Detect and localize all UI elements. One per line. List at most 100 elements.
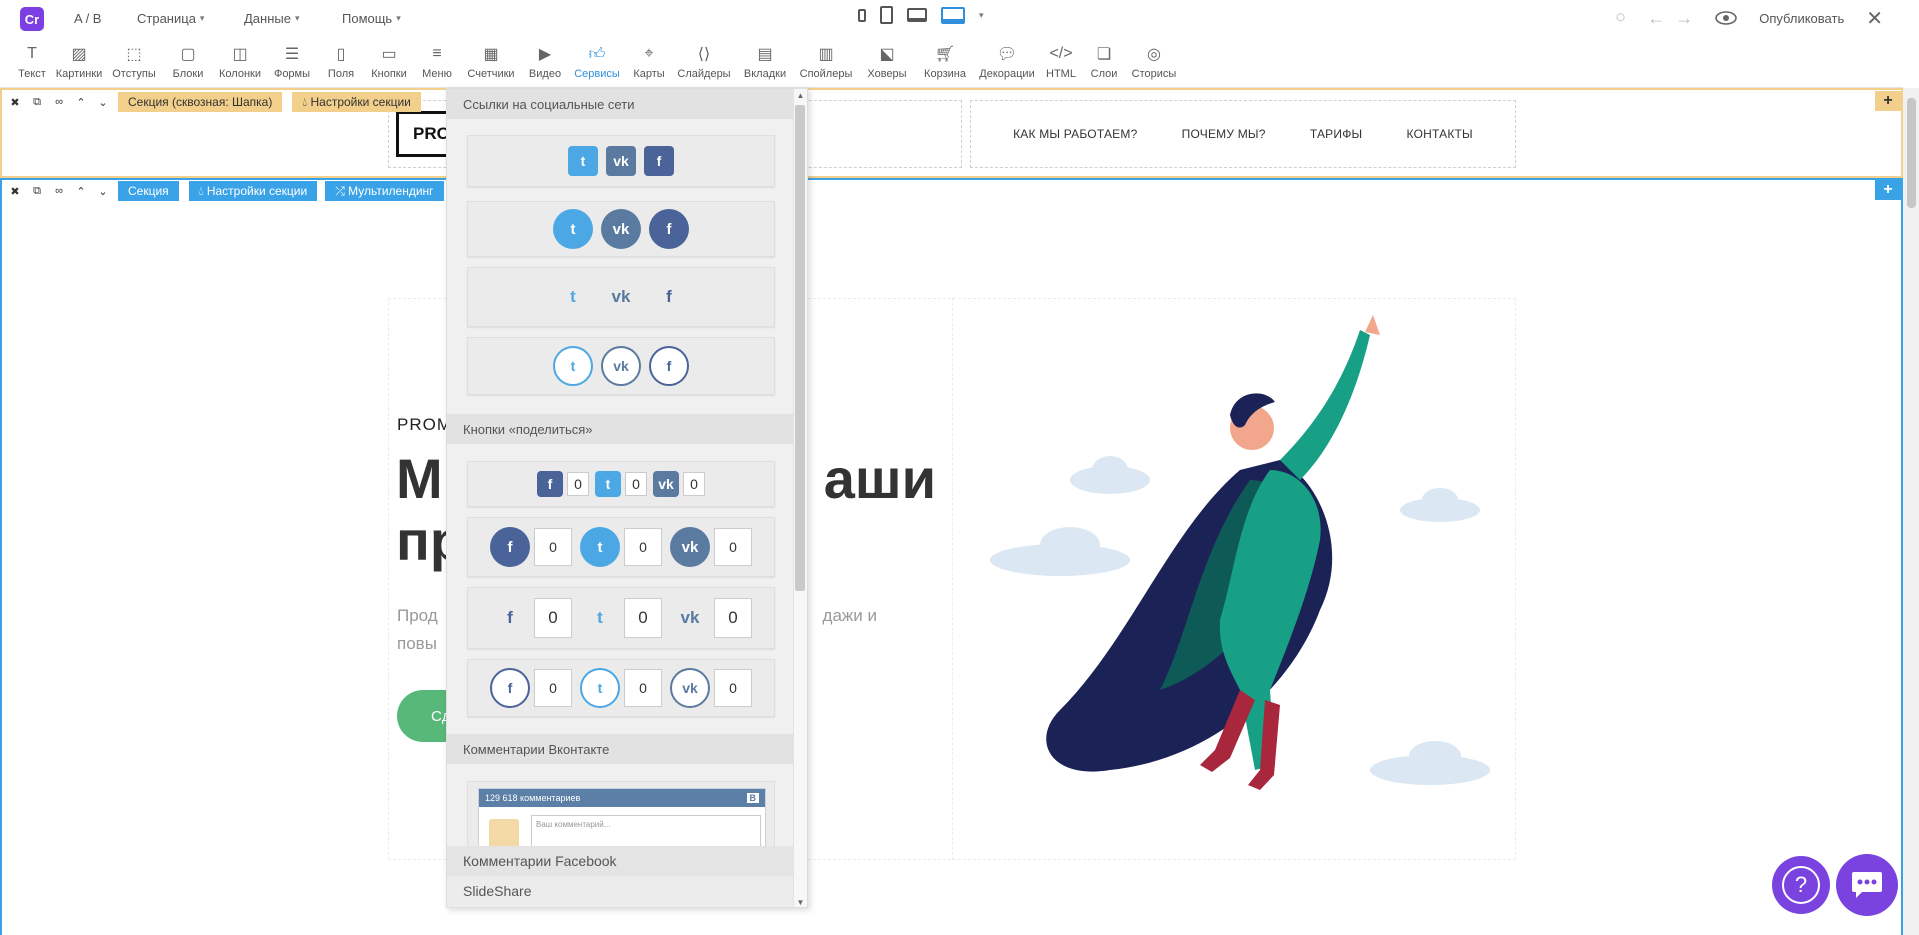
- tool-stories[interactable]: ◎ Сторисы: [1126, 36, 1182, 87]
- hero-eyebrow[interactable]: PROM: [397, 415, 452, 435]
- move-down-icon[interactable]: ⌄: [96, 185, 110, 198]
- menu-help[interactable]: Помощь ▾: [342, 0, 401, 36]
- chevron-down-icon[interactable]: ▾: [979, 10, 984, 21]
- stories-icon: ◎: [1147, 46, 1161, 63]
- tool-forms[interactable]: ☰ Формы: [266, 36, 318, 87]
- social-links-circle-variant[interactable]: t vk f: [467, 201, 775, 257]
- vk-icon: vk: [680, 608, 700, 627]
- nav-why-us[interactable]: ПОЧЕМУ МЫ?: [1182, 127, 1266, 141]
- move-up-icon[interactable]: ⌃: [74, 185, 88, 198]
- main-section-controls: ✖ ⧉ ∞ ⌃ ⌄ Секция 💧︎ Настройки секции ⤮ М…: [0, 180, 1903, 202]
- tool-fields[interactable]: ▯ Поля: [318, 36, 364, 87]
- copy-icon[interactable]: ⧉: [30, 96, 44, 109]
- vk-icon: vk: [653, 471, 679, 497]
- header-section-label[interactable]: Секция (сквозная: Шапка): [118, 92, 283, 112]
- share-buttons-square-variant[interactable]: f0 t0 vk 0: [467, 461, 775, 507]
- tabs-icon: ▤: [757, 46, 773, 63]
- tool-decorations[interactable]: 💬︎ Декорации: [974, 36, 1040, 87]
- link-icon[interactable]: ∞: [52, 96, 66, 108]
- add-section-button[interactable]: +: [1875, 180, 1901, 200]
- tablet-icon[interactable]: [880, 6, 893, 24]
- facebook-icon: f: [537, 471, 563, 497]
- shuffle-icon: ⤮: [335, 183, 349, 198]
- vk-badge: B: [746, 793, 759, 803]
- tool-columns[interactable]: ◫ Колонки: [214, 36, 266, 87]
- ab-test-button[interactable]: A / B: [74, 0, 101, 36]
- delete-icon[interactable]: ✖: [8, 96, 22, 109]
- layers-icon: ❏: [1096, 46, 1112, 63]
- chat-icon: [1852, 872, 1882, 898]
- panel-heading-vk-comments: Комментарии Вконтакте: [447, 734, 795, 764]
- nav-contacts[interactable]: КОНТАКТЫ: [1407, 127, 1473, 141]
- app-logo[interactable]: Cr: [20, 7, 44, 31]
- scroll-up-icon[interactable]: ▲: [794, 91, 807, 100]
- preview-eye-icon[interactable]: [1715, 11, 1738, 25]
- tool-layers[interactable]: ❏ Слои: [1082, 36, 1126, 87]
- copy-icon[interactable]: ⧉: [30, 185, 44, 198]
- social-links-plain-variant[interactable]: t vk f: [467, 267, 775, 327]
- laptop-icon[interactable]: [907, 8, 927, 22]
- share-buttons-plain-variant[interactable]: f0 t0 vk 0: [467, 587, 775, 649]
- multilanding-tag[interactable]: ⤮ Мультилендинг: [325, 181, 444, 201]
- facebook-icon: f: [649, 346, 689, 386]
- twitter-icon: t: [570, 287, 576, 306]
- tool-html[interactable]: </> HTML: [1040, 36, 1082, 87]
- twitter-icon: t: [580, 668, 620, 708]
- tool-cart[interactable]: 🛒︎ Корзина: [916, 36, 974, 87]
- panel-heading-fb-comments[interactable]: Комментарии Facebook: [447, 846, 795, 876]
- tool-images[interactable]: ▨ Картинки: [52, 36, 106, 87]
- menu-data[interactable]: Данные ▾: [244, 0, 300, 36]
- tool-maps[interactable]: ⌖ Карты: [626, 36, 672, 87]
- move-up-icon[interactable]: ⌃: [74, 96, 88, 109]
- redo-icon[interactable]: →: [1675, 8, 1693, 29]
- text-icon: T: [27, 45, 37, 62]
- close-icon[interactable]: ✕: [1866, 6, 1883, 31]
- share-buttons-circle-variant[interactable]: f0 t0 vk 0: [467, 517, 775, 577]
- move-down-icon[interactable]: ⌄: [96, 96, 110, 109]
- nav-pricing[interactable]: ТАРИФЫ: [1310, 127, 1363, 141]
- tool-spoilers[interactable]: ▥ Спойлеры: [794, 36, 858, 87]
- tool-services[interactable]: 👍︎ Сервисы: [568, 36, 626, 87]
- chat-button[interactable]: [1836, 854, 1898, 916]
- share-buttons-outline-variant[interactable]: f0 t0 vk 0: [467, 659, 775, 717]
- tool-counters[interactable]: ▦ Счетчики: [460, 36, 522, 87]
- vk-icon: vk: [601, 209, 641, 249]
- desktop-icon[interactable]: [941, 6, 965, 24]
- hover-icon: ⬕: [879, 46, 895, 63]
- help-button[interactable]: ?: [1772, 856, 1830, 914]
- chevron-down-icon: ▾: [294, 12, 300, 23]
- tool-tabs[interactable]: ▤ Вкладки: [736, 36, 794, 87]
- delete-icon[interactable]: ✖: [8, 185, 22, 198]
- panel-scrollbar-thumb[interactable]: [795, 105, 805, 591]
- main-section-settings[interactable]: 💧︎ Настройки секции: [188, 181, 318, 201]
- facebook-icon: f: [490, 668, 530, 708]
- map-pin-icon: ⌖: [644, 45, 654, 62]
- superhero-illustration[interactable]: [990, 310, 1510, 850]
- social-links-square-variant[interactable]: t vk f: [467, 135, 775, 187]
- menu-page[interactable]: Страница ▾: [137, 0, 204, 36]
- twitter-icon: t: [597, 608, 603, 627]
- tool-video[interactable]: ▶ Видео: [522, 36, 568, 87]
- columns-icon: ◫: [232, 46, 248, 63]
- mobile-portrait-icon[interactable]: [858, 8, 866, 22]
- add-section-button[interactable]: +: [1875, 91, 1901, 111]
- undo-icon[interactable]: ←: [1647, 8, 1665, 29]
- panel-heading-slideshare[interactable]: SlideShare: [447, 876, 795, 906]
- tool-buttons[interactable]: ▭ Кнопки: [364, 36, 414, 87]
- canvas-scrollbar-thumb[interactable]: [1907, 98, 1916, 208]
- tool-text[interactable]: T Текст: [12, 36, 52, 87]
- tool-spacing[interactable]: ⬚ Отступы: [106, 36, 162, 87]
- tool-menu[interactable]: ≡ Меню: [414, 36, 460, 87]
- social-links-outline-variant[interactable]: t vk f: [467, 337, 775, 395]
- tool-hovers[interactable]: ⬕ Ховеры: [858, 36, 916, 87]
- link-icon[interactable]: ∞: [52, 185, 66, 197]
- publish-button[interactable]: Опубликовать: [1759, 11, 1844, 26]
- header-section-settings[interactable]: 💧︎ Настройки секции: [292, 92, 421, 112]
- spoiler-icon: ▥: [818, 46, 834, 63]
- scroll-down-icon[interactable]: ▼: [794, 898, 807, 907]
- tool-blocks[interactable]: ▢ Блоки: [162, 36, 214, 87]
- tool-sliders[interactable]: ⟨⟩ Слайдеры: [672, 36, 736, 87]
- nav-how-we-work[interactable]: КАК МЫ РАБОТАЕМ?: [1013, 127, 1137, 141]
- main-section-label[interactable]: Секция: [118, 181, 179, 201]
- canvas-scrollbar[interactable]: [1903, 88, 1919, 935]
